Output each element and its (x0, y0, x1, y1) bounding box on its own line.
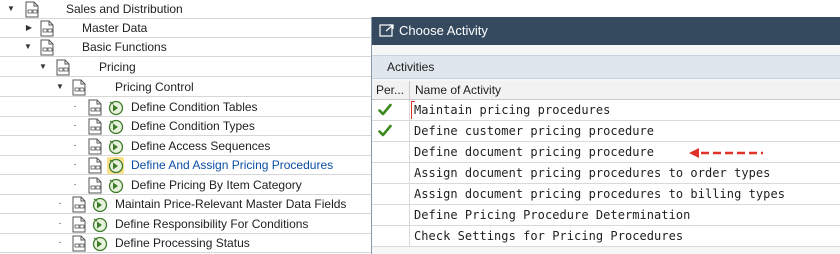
activity-name: Define document pricing procedure (414, 145, 655, 159)
dialog-title-bar[interactable]: Choose Activity (372, 17, 840, 45)
activities-section-label: Activities (387, 60, 435, 74)
activity-row[interactable]: Assign document pricing procedures to bi… (372, 184, 840, 205)
activity-name: Maintain pricing procedures (414, 103, 611, 117)
spro-node-icon (88, 138, 102, 155)
tree-node-label: Define Condition Tables (131, 100, 258, 114)
activity-row[interactable]: Define document pricing procedure (372, 142, 840, 163)
bullet-icon: · (73, 140, 77, 151)
expand-arrow-icon[interactable]: ▶ (24, 22, 34, 34)
bullet-icon: · (58, 237, 62, 248)
activity-name: Assign document pricing procedures to or… (414, 166, 771, 180)
activity-name: Define customer pricing procedure (414, 124, 655, 138)
collapse-arrow-icon[interactable]: ▼ (6, 3, 16, 15)
check-icon (378, 124, 392, 137)
bullet-icon: · (73, 101, 77, 112)
spro-node-icon (25, 1, 39, 18)
tree-node-label: Define Processing Status (115, 236, 250, 250)
tree-node-label: Define Responsibility For Conditions (115, 217, 309, 231)
tree-node-label: Define And Assign Pricing Procedures (131, 158, 334, 172)
activity-row[interactable]: Maintain pricing procedures (372, 100, 840, 121)
tree-node-label: Sales and Distribution (66, 2, 183, 16)
execute-activity-icon[interactable] (107, 157, 124, 174)
execute-activity-icon[interactable] (91, 235, 108, 252)
bullet-icon: · (73, 179, 77, 190)
activity-table-header: Per... Name of Activity (372, 81, 840, 100)
column-separator (409, 81, 410, 100)
activities-section-header: Activities (372, 55, 840, 79)
column-separator (409, 142, 410, 163)
activity-name: Define Pricing Procedure Determination (414, 208, 691, 222)
collapse-arrow-icon[interactable]: ▼ (55, 81, 65, 93)
dialog-window-icon (379, 24, 394, 37)
execute-activity-icon[interactable] (107, 138, 124, 155)
spro-node-icon (40, 39, 54, 56)
spro-node-icon (40, 20, 54, 37)
spro-node-icon (72, 216, 86, 233)
tree-node-label: Basic Functions (82, 40, 167, 54)
annotation-arrow-icon (689, 148, 763, 158)
tree-node-label: Define Pricing By Item Category (131, 178, 302, 192)
activity-name: Check Settings for Pricing Procedures (414, 229, 684, 243)
choose-activity-dialog: Choose Activity Activities Per... Name o… (371, 17, 840, 254)
activity-row[interactable]: Define Pricing Procedure Determination (372, 205, 840, 226)
spro-node-icon (72, 235, 86, 252)
execute-activity-icon[interactable] (107, 99, 124, 116)
execute-activity-icon[interactable] (107, 177, 124, 194)
activity-row[interactable]: Assign document pricing procedures to or… (372, 163, 840, 184)
spro-node-icon (72, 79, 86, 96)
spro-node-icon (88, 118, 102, 135)
tree-node-label: Master Data (82, 21, 148, 35)
execute-activity-icon[interactable] (91, 216, 108, 233)
column-header-performed[interactable]: Per... (376, 81, 404, 100)
collapse-arrow-icon[interactable]: ▼ (23, 41, 33, 53)
activity-row[interactable]: Check Settings for Pricing Procedures (372, 226, 840, 247)
activity-row[interactable]: Define customer pricing procedure (372, 121, 840, 142)
check-icon (378, 103, 392, 116)
column-separator (409, 226, 410, 247)
spro-node-icon (56, 59, 70, 76)
dialog-title: Choose Activity (399, 23, 488, 38)
tree-node-label: Maintain Price-Relevant Master Data Fiel… (115, 197, 347, 211)
bullet-icon: · (58, 218, 62, 229)
bullet-icon: · (73, 159, 77, 170)
column-separator (409, 100, 410, 121)
activity-name: Assign document pricing procedures to bi… (414, 187, 786, 201)
column-header-name[interactable]: Name of Activity (415, 81, 501, 100)
spro-node-icon (88, 157, 102, 174)
column-separator (409, 184, 410, 205)
column-separator (409, 163, 410, 184)
tree-node-label: Define Condition Types (131, 119, 255, 133)
tree-node-label: Define Access Sequences (131, 139, 271, 153)
spro-node-icon (88, 99, 102, 116)
spro-node-icon (72, 196, 86, 213)
bullet-icon: · (58, 198, 62, 209)
collapse-arrow-icon[interactable]: ▼ (38, 61, 48, 73)
execute-activity-icon[interactable] (91, 196, 108, 213)
tree-node-label: Pricing Control (115, 80, 194, 94)
execute-activity-icon[interactable] (107, 118, 124, 135)
bullet-icon: · (73, 120, 77, 131)
column-separator (409, 121, 410, 142)
column-separator (409, 205, 410, 226)
tree-node-label: Pricing (99, 60, 136, 74)
spro-node-icon (88, 177, 102, 194)
